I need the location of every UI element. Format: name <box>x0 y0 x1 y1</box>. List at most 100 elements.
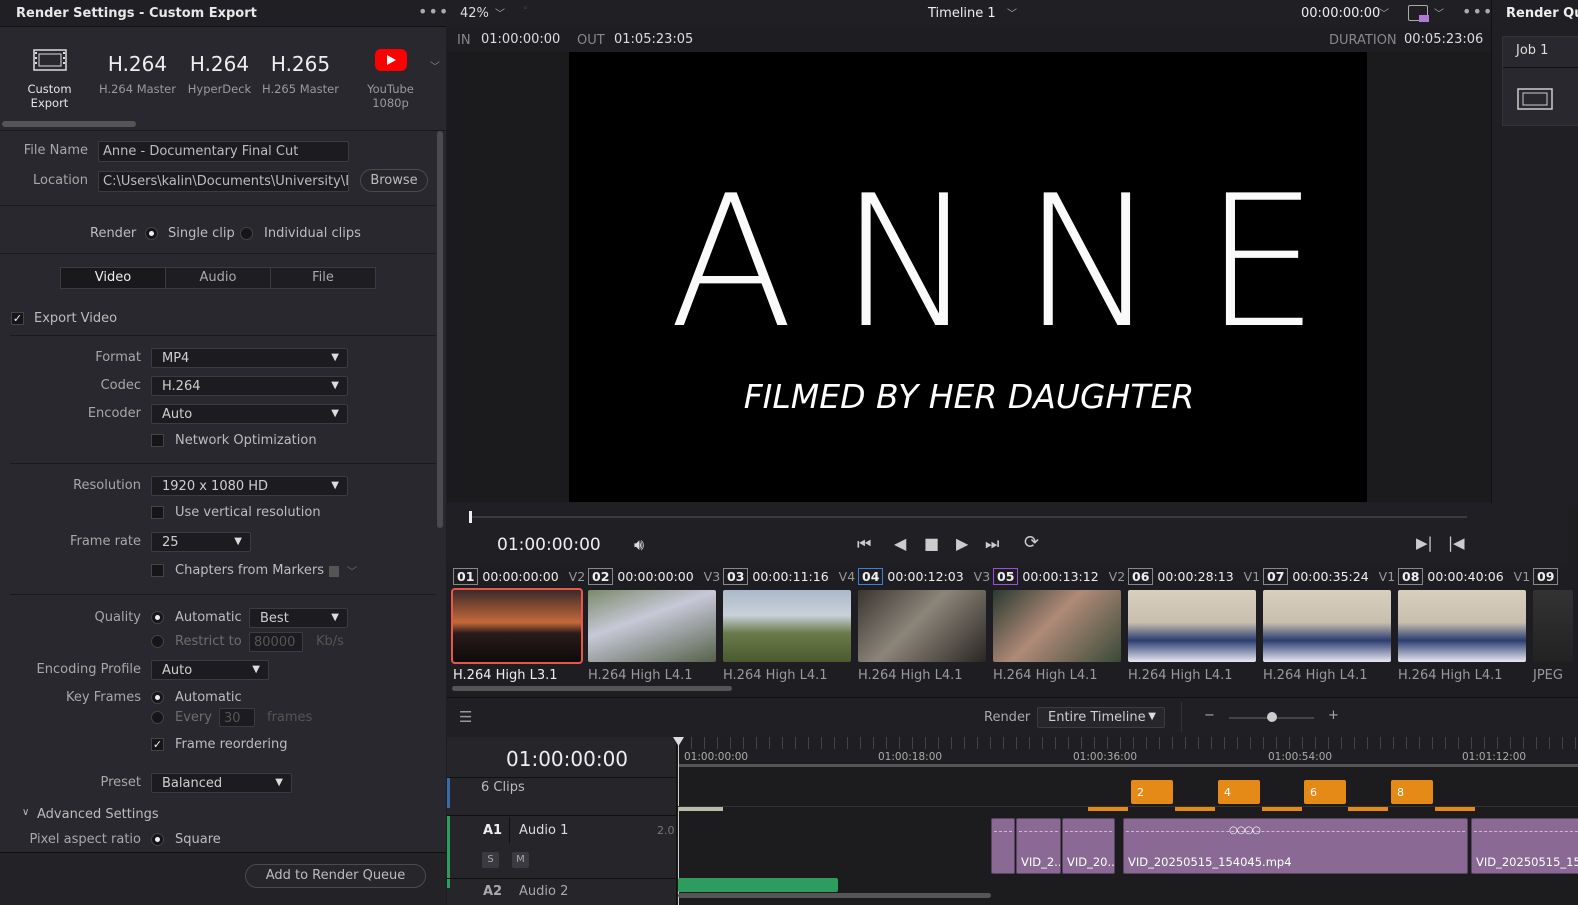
track-a2-name[interactable]: Audio 2 <box>519 884 568 899</box>
timeline-marker-clip[interactable]: 2 <box>1131 780 1173 804</box>
zoom-out-icon[interactable]: − <box>1204 708 1215 723</box>
individual-clips-radio[interactable] <box>240 227 253 240</box>
single-clip-radio[interactable] <box>145 227 158 240</box>
clip-thumbnail[interactable] <box>1128 590 1256 662</box>
audio-clip[interactable]: VID_20... <box>1062 818 1115 874</box>
preset-h265-master[interactable]: H.265 H.265 Master <box>258 48 343 96</box>
timeline-marker-clip[interactable]: 8 <box>1391 780 1433 804</box>
audio-clip[interactable] <box>991 818 1015 874</box>
clip-thumbnail[interactable] <box>858 590 986 662</box>
advanced-settings-toggle[interactable]: Advanced Settings <box>37 807 159 822</box>
more-options-icon[interactable]: ••• <box>1462 2 1493 21</box>
resolution-dropdown[interactable]: 1920 x 1080 HD ▼ <box>151 476 348 496</box>
location-input[interactable]: C:\Users\kalin\Documents\University\Doc <box>98 171 349 192</box>
preset-custom-export[interactable]: Custom Export <box>7 48 92 110</box>
clip-thumbnail[interactable] <box>723 590 851 662</box>
add-to-render-queue-button[interactable]: Add to Render Queue <box>245 864 426 888</box>
clip-strip-scrollbar[interactable] <box>452 686 732 691</box>
browse-button[interactable]: Browse <box>360 169 428 192</box>
file-name-input[interactable]: Anne - Documentary Final Cut <box>98 141 349 162</box>
audio-clip[interactable]: VID_2... <box>1016 818 1061 874</box>
playhead[interactable] <box>469 511 472 523</box>
volume-icon[interactable]: 🔊︎ <box>634 535 644 555</box>
settings-scrollbar[interactable] <box>437 131 443 528</box>
timeline-marker-clip[interactable]: 4 <box>1218 780 1260 804</box>
quality-automatic-radio[interactable] <box>151 611 164 624</box>
clip-thumbnail[interactable] <box>993 590 1121 662</box>
key-frames-automatic-radio[interactable] <box>151 691 164 704</box>
timeline-ruler[interactable]: 01:00:00:00 01:00:18:00 01:00:36:00 01:0… <box>678 737 1578 767</box>
next-marker-icon[interactable]: ▶︎| <box>1416 534 1433 552</box>
zoom-level[interactable]: 42% <box>460 6 489 21</box>
previous-marker-icon[interactable]: |◀︎ <box>1448 534 1465 552</box>
tab-video[interactable]: Video <box>61 268 166 288</box>
codec-dropdown[interactable]: H.264 ▼ <box>151 376 348 396</box>
stop-icon[interactable]: ■ <box>924 534 939 553</box>
solo-button[interactable]: S <box>482 852 499 868</box>
frame-rate-dropdown[interactable]: 25 ▼ <box>151 532 251 552</box>
chevron-down-icon[interactable]: ﹀ <box>1434 5 1444 20</box>
audio2-clip[interactable] <box>678 878 838 892</box>
timeline-marker-clip[interactable]: 6 <box>1304 780 1346 804</box>
loop-icon[interactable]: ⟳ <box>1024 532 1039 553</box>
clip-header: 02 00:00:00:00 V3 <box>588 568 720 585</box>
clip-thumbnail[interactable] <box>1533 590 1573 662</box>
preset-h264-master[interactable]: H.264 H.264 Master <box>95 48 180 96</box>
chevron-down-icon[interactable]: ∨ <box>22 807 29 818</box>
export-video-checkbox[interactable]: ✓ <box>11 312 24 325</box>
play-icon[interactable]: ▶︎ <box>956 534 968 553</box>
marker-color-icon[interactable] <box>329 566 339 577</box>
track-a1-name[interactable]: Audio 1 <box>519 823 568 838</box>
skip-to-end-icon[interactable]: ⏭︎ <box>985 534 999 554</box>
frame-reordering-checkbox[interactable]: ✓ <box>151 738 164 751</box>
preset-dropdown[interactable]: Balanced ▼ <box>151 773 292 793</box>
format-dropdown[interactable]: MP4 ▼ <box>151 348 348 368</box>
reverse-play-icon[interactable]: ◀︎ <box>894 534 906 553</box>
skip-to-start-icon[interactable]: ⏮︎ <box>857 534 871 554</box>
key-frames-every-radio[interactable] <box>151 711 164 724</box>
encoding-profile-dropdown[interactable]: Auto ▼ <box>151 660 269 680</box>
keyframe-icon[interactable]: ○○○○ <box>1229 825 1279 836</box>
more-options-icon[interactable]: ••• <box>418 2 449 21</box>
restrict-bitrate-input[interactable]: 80000 <box>249 632 303 652</box>
viewer-timecode[interactable]: 00:00:00:00 <box>1301 6 1380 21</box>
encoder-dropdown[interactable]: Auto ▼ <box>151 404 348 424</box>
tab-file[interactable]: File <box>271 268 375 288</box>
chevron-down-icon[interactable]: ﹀ <box>1379 5 1389 20</box>
chevron-down-icon[interactable]: ﹀ <box>347 563 357 578</box>
network-optimization-checkbox[interactable] <box>151 434 164 447</box>
render-job[interactable]: Job 1 <box>1502 36 1578 126</box>
clip-header: 07 00:00:35:24 V1 <box>1263 568 1395 585</box>
mute-button[interactable]: M <box>512 852 529 868</box>
zoom-slider-handle[interactable] <box>1267 712 1277 722</box>
vertical-resolution-checkbox[interactable] <box>151 506 164 519</box>
timeline-name[interactable]: Timeline 1 <box>928 6 996 21</box>
chevron-down-icon[interactable]: ﹀ <box>430 58 440 73</box>
chapters-label: Chapters from Markers <box>175 563 324 578</box>
render-range-dropdown[interactable]: Entire Timeline ▼ <box>1037 707 1165 728</box>
proxy-icon[interactable] <box>1408 5 1429 22</box>
key-frames-every-input[interactable]: 30 <box>219 708 255 727</box>
quality-dropdown[interactable]: Best ▼ <box>249 608 348 628</box>
chevron-down-icon[interactable]: ﹀ <box>495 5 505 20</box>
restrict-to-radio[interactable] <box>151 635 164 648</box>
clip-thumbnail[interactable] <box>451 588 583 664</box>
out-timecode: 01:05:23:05 <box>614 32 694 47</box>
audio-clip[interactable]: VID_20250515_154045.mp4 ○○○○ <box>1123 818 1468 874</box>
preset-hyperdeck[interactable]: H.264 HyperDeck <box>177 48 262 96</box>
presets-scrollbar[interactable] <box>2 121 136 127</box>
preset-youtube-1080p[interactable]: YouTube 1080p <box>348 48 433 110</box>
chevron-down-icon[interactable]: ﹀ <box>1007 5 1017 20</box>
scrubber-track[interactable] <box>469 516 1467 518</box>
clip-thumbnail[interactable] <box>1398 590 1526 662</box>
zoom-in-icon[interactable]: + <box>1328 708 1339 723</box>
clip-thumbnail[interactable] <box>1263 590 1391 662</box>
timeline-scrollbar[interactable] <box>678 893 991 898</box>
clip-timecode: 00:00:00:00 <box>482 569 559 584</box>
clip-thumbnail[interactable] <box>588 590 716 662</box>
tab-audio[interactable]: Audio <box>166 268 271 288</box>
audio-clip[interactable]: VID_20250515_15... <box>1471 818 1578 874</box>
timeline-options-icon[interactable]: ☰ <box>459 708 472 726</box>
chapters-checkbox[interactable] <box>151 564 164 577</box>
pixel-aspect-square-radio[interactable] <box>151 833 164 846</box>
